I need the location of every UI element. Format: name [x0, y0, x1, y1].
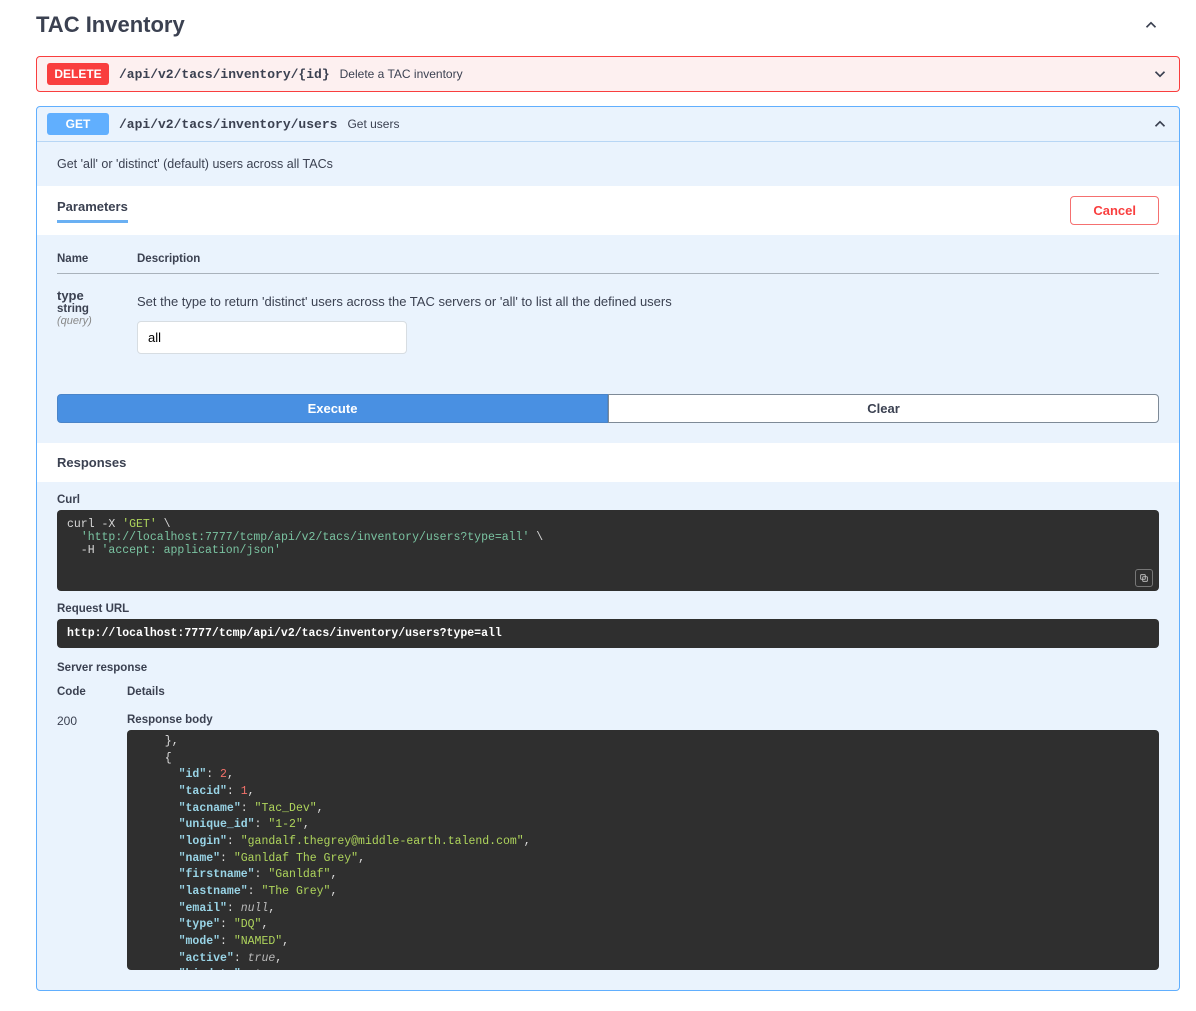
details-header: Details [127, 678, 1159, 706]
response-table: Code Details 200 Response body }, { "id"… [57, 678, 1159, 970]
endpoint-summary[interactable]: GET /api/v2/tacs/inventory/users Get use… [37, 107, 1179, 141]
tag-header[interactable]: TAC Inventory [16, 0, 1180, 50]
tag-title: TAC Inventory [36, 12, 185, 38]
request-url[interactable]: http://localhost:7777/tcmp/api/v2/tacs/i… [57, 619, 1159, 648]
endpoint-path: /api/v2/tacs/inventory/{id} [119, 67, 330, 82]
endpoint-path: /api/v2/tacs/inventory/users [119, 117, 337, 132]
endpoint-body: Get 'all' or 'distinct' (default) users … [37, 141, 1179, 990]
cancel-button[interactable]: Cancel [1070, 196, 1159, 225]
copy-icon[interactable] [1135, 569, 1153, 587]
endpoint-summary[interactable]: DELETE /api/v2/tacs/inventory/{id} Delet… [37, 57, 1179, 91]
endpoint-description: Get 'all' or 'distinct' (default) users … [37, 142, 1179, 186]
col-name-header: Name [57, 245, 137, 274]
parameter-row: type string (query) Set the type to retu… [57, 274, 1159, 375]
method-badge: DELETE [47, 63, 109, 85]
responses-header: Responses [37, 443, 1179, 482]
curl-command[interactable]: curl -X 'GET' \ 'http://localhost:7777/t… [57, 510, 1159, 591]
curl-label: Curl [57, 494, 1159, 506]
clear-button[interactable]: Clear [608, 394, 1159, 423]
method-badge: GET [47, 113, 109, 135]
execute-button[interactable]: Execute [57, 394, 608, 423]
col-desc-header: Description [137, 245, 1159, 274]
param-name: type [57, 288, 137, 303]
response-body[interactable]: }, { "id": 2, "tacid": 1, "tacname": "Ta… [127, 730, 1159, 970]
endpoint-summary-text: Delete a TAC inventory [340, 67, 463, 81]
chevron-up-icon [1151, 115, 1169, 133]
response-code: 200 [57, 706, 127, 970]
responses-title: Responses [57, 455, 126, 470]
endpoint-delete: DELETE /api/v2/tacs/inventory/{id} Delet… [36, 56, 1180, 92]
param-in: (query) [57, 315, 137, 327]
parameters-tab[interactable]: Parameters [57, 199, 128, 223]
chevron-down-icon [1151, 65, 1169, 83]
param-type: string [57, 303, 137, 315]
parameters-table: Name Description type string (query) Set… [57, 245, 1159, 374]
request-url-label: Request URL [57, 603, 1159, 615]
param-description: Set the type to return 'distinct' users … [137, 294, 1159, 309]
code-header: Code [57, 678, 127, 706]
chevron-up-icon [1142, 16, 1160, 34]
response-body-label: Response body [127, 714, 1159, 726]
param-value-input[interactable] [137, 321, 407, 354]
parameters-header: Parameters Cancel [37, 186, 1179, 235]
endpoint-get: GET /api/v2/tacs/inventory/users Get use… [36, 106, 1180, 991]
endpoint-summary-text: Get users [347, 117, 399, 131]
server-response-label: Server response [57, 662, 1159, 674]
